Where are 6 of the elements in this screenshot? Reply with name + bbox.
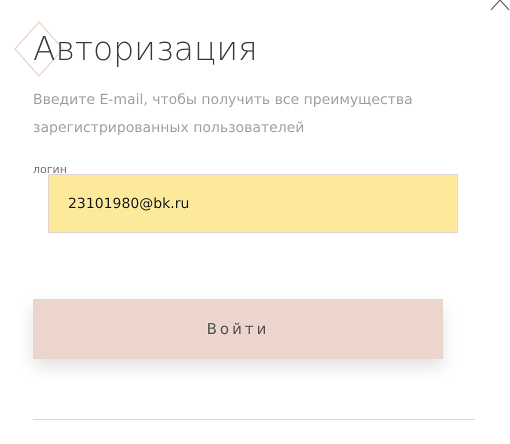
description-text: Введите E-mail, чтобы получить все преимущества зарегистрированных пользователей [33,91,414,138]
login-label: логин [33,164,67,176]
close-icon[interactable] [490,0,510,10]
login-button[interactable]: Войти [33,299,443,359]
login-field[interactable]: 23101980@bk.ru [48,174,458,233]
dialog-title: Авторизация [33,28,258,70]
